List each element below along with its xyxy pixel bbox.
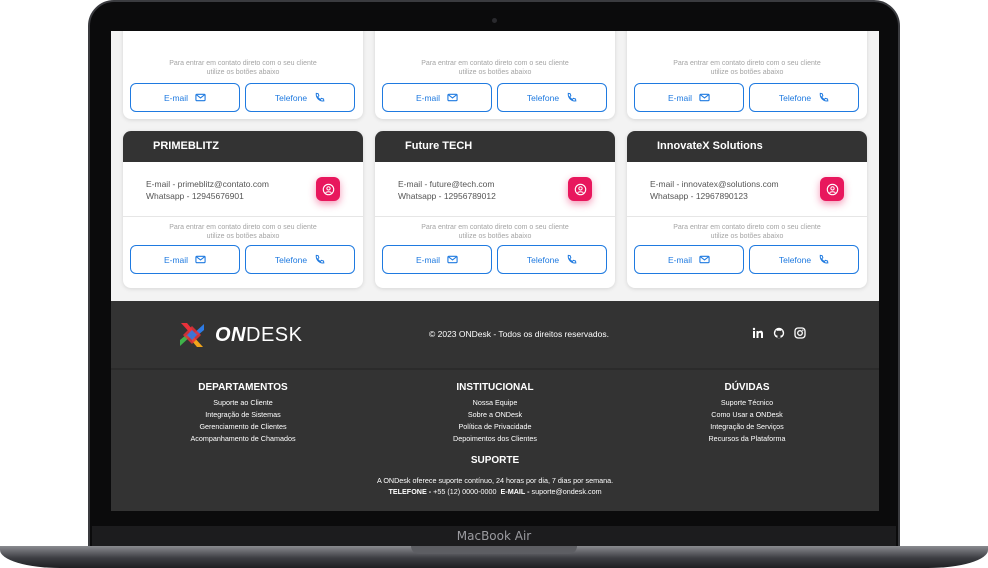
mail-icon — [447, 93, 458, 102]
instagram-icon[interactable] — [794, 327, 806, 339]
client-whatsapp: Whatsapp - 12967890123 — [650, 191, 748, 201]
linkedin-icon[interactable] — [752, 327, 764, 339]
camera — [492, 18, 497, 23]
mail-icon — [699, 93, 710, 102]
contact-hint: Para entrar em contato direto com o seu … — [421, 60, 569, 76]
email-button[interactable]: E-mail — [634, 245, 744, 274]
support-title: SUPORTE — [470, 455, 520, 466]
contact-hint: Para entrar em contato direto com o seu … — [673, 224, 821, 240]
copyright-text: © 2023 ONDesk - Todos os direitos reserv… — [429, 329, 609, 339]
user-contact-icon — [322, 183, 334, 195]
email-button[interactable]: E-mail — [130, 245, 240, 274]
client-name: Future TECH — [375, 131, 615, 162]
mail-icon — [447, 255, 458, 264]
client-card: Para entrar em contato direto com o seu … — [627, 31, 867, 119]
laptop-notch — [411, 546, 577, 554]
email-button[interactable]: E-mail — [382, 245, 492, 274]
footer-column-departamentos: DEPARTAMENTOS Suporte ao Cliente Integra… — [173, 382, 313, 445]
footer-link[interactable]: Suporte ao Cliente — [173, 397, 313, 409]
client-email: E-mail - innovatex@solutions.com — [650, 179, 779, 189]
client-whatsapp: Whatsapp - 12956789012 — [398, 191, 496, 201]
client-email: E-mail - future@tech.com — [398, 179, 495, 189]
mail-icon — [195, 255, 206, 264]
contact-hint: Para entrar em contato direto com o seu … — [673, 60, 821, 76]
contact-hint: Para entrar em contato direto com o seu … — [421, 224, 569, 240]
client-name: PRIMEBLITZ — [123, 131, 363, 162]
email-button[interactable]: E-mail — [634, 83, 744, 112]
phone-button[interactable]: Telefone — [749, 245, 859, 274]
phone-button[interactable]: Telefone — [497, 83, 607, 112]
phone-icon — [819, 92, 829, 102]
client-card: Para entrar em contato direto com o seu … — [123, 31, 363, 119]
contact-user-button[interactable] — [316, 177, 340, 201]
phone-icon — [819, 254, 829, 264]
footer-link[interactable]: Depoimentos dos Clientes — [425, 433, 565, 445]
support-email[interactable]: suporte@ondesk.com — [532, 487, 602, 496]
client-card-primeblitz: PRIMEBLITZ E-mail - primeblitz@contato.c… — [123, 131, 363, 288]
social-links — [752, 327, 806, 339]
phone-button[interactable]: Telefone — [245, 83, 355, 112]
support-contact: TELEFONE - +55 (12) 0000-0000 E-MAIL - s… — [388, 487, 602, 496]
site-footer: ONDESK © 2023 ONDesk - Todos os direitos… — [111, 301, 879, 511]
phone-icon — [567, 254, 577, 264]
support-phone[interactable]: +55 (12) 0000-0000 — [433, 487, 496, 496]
footer-link[interactable]: Política de Privacidade — [425, 421, 565, 433]
client-whatsapp: Whatsapp - 12945676901 — [146, 191, 244, 201]
footer-column-duvidas: DÚVIDAS Suporte Técnico Como Usar a ONDe… — [677, 382, 817, 445]
client-card: Para entrar em contato direto com o seu … — [375, 31, 615, 119]
contact-hint: Para entrar em contato direto com o seu … — [169, 224, 317, 240]
contact-user-button[interactable] — [568, 177, 592, 201]
phone-button[interactable]: Telefone — [497, 245, 607, 274]
footer-link[interactable]: Acompanhamento de Chamados — [173, 433, 313, 445]
support-section: SUPORTE A ONDesk oferece suporte contínu… — [111, 455, 879, 496]
mail-icon — [195, 93, 206, 102]
footer-column-institucional: INSTITUCIONAL Nossa Equipe Sobre a ONDes… — [425, 382, 565, 445]
footer-link[interactable]: Nossa Equipe — [425, 397, 565, 409]
footer-link[interactable]: Suporte Técnico — [677, 397, 817, 409]
footer-link[interactable]: Integração de Serviços — [677, 421, 817, 433]
footer-divider — [111, 368, 879, 370]
mail-icon — [699, 255, 710, 264]
footer-link[interactable]: Gerenciamento de Clientes — [173, 421, 313, 433]
client-email: E-mail - primeblitz@contato.com — [146, 179, 269, 189]
phone-button[interactable]: Telefone — [749, 83, 859, 112]
client-card-innovatex: InnovateX Solutions E-mail - innovatex@s… — [627, 131, 867, 288]
ondesk-logo[interactable]: ONDESK — [177, 320, 302, 350]
logo-mark-icon — [180, 323, 204, 347]
contact-info: E-mail - primeblitz@contato.com Whatsapp … — [123, 162, 363, 217]
phone-button[interactable]: Telefone — [245, 245, 355, 274]
email-button[interactable]: E-mail — [382, 83, 492, 112]
user-contact-icon — [574, 183, 586, 195]
github-icon[interactable] — [773, 327, 785, 339]
contact-hint: Para entrar em contato direto com o seu … — [169, 60, 317, 76]
phone-icon — [315, 254, 325, 264]
user-contact-icon — [826, 183, 838, 195]
contact-info: E-mail - future@tech.com Whatsapp - 12956… — [375, 162, 615, 217]
footer-link[interactable]: Integração de Sistemas — [173, 409, 313, 421]
screen: Para entrar em contato direto com o seu … — [111, 31, 879, 511]
device-label: MacBook Air — [456, 529, 532, 543]
phone-icon — [315, 92, 325, 102]
phone-icon — [567, 92, 577, 102]
support-text: A ONDesk oferece suporte contínuo, 24 ho… — [376, 476, 614, 485]
contact-info: E-mail - innovatex@solutions.com Whatsapp… — [627, 162, 867, 217]
footer-link[interactable]: Recursos da Plataforma — [677, 433, 817, 445]
client-name: InnovateX Solutions — [627, 131, 867, 162]
email-button[interactable]: E-mail — [130, 83, 240, 112]
footer-link[interactable]: Como Usar a ONDesk — [677, 409, 817, 421]
footer-link[interactable]: Sobre a ONDesk — [425, 409, 565, 421]
contact-user-button[interactable] — [820, 177, 844, 201]
client-card-future-tech: Future TECH E-mail - future@tech.com What… — [375, 131, 615, 288]
